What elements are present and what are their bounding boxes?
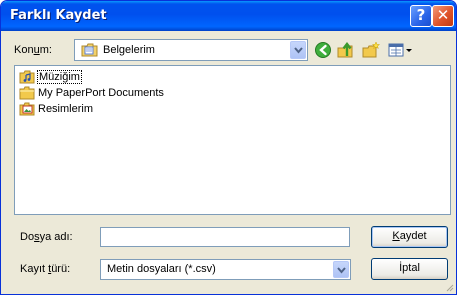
- views-menu-button[interactable]: [387, 40, 415, 60]
- up-folder-button[interactable]: [336, 40, 356, 60]
- list-item[interactable]: My PaperPort Documents: [19, 85, 165, 101]
- file-list[interactable]: Müziğim My PaperPort Documents Resimleri…: [14, 65, 451, 215]
- resize-grip-icon[interactable]: [444, 282, 454, 292]
- close-button[interactable]: ✕: [432, 5, 454, 27]
- title-bar[interactable]: Farklı Kaydet ? ✕: [1, 1, 456, 31]
- new-folder-button[interactable]: [361, 40, 381, 60]
- window-title: Farklı Kaydet: [10, 8, 107, 23]
- save-as-dialog: Farklı Kaydet ? ✕ Konum: Belgelerim Müzi…: [0, 0, 457, 295]
- file-name: Resimlerim: [38, 103, 93, 115]
- list-item[interactable]: Resimlerim: [19, 101, 94, 117]
- list-item[interactable]: Müziğim: [19, 69, 82, 85]
- save-button[interactable]: Kaydet: [371, 226, 448, 248]
- new-folder-icon: [362, 41, 381, 58]
- cancel-button[interactable]: İptal: [371, 258, 448, 280]
- views-menu-icon: [388, 43, 412, 57]
- chevron-down-icon: [337, 267, 346, 274]
- file-name: My PaperPort Documents: [38, 87, 164, 99]
- file-type-label: Kayıt türü:: [20, 263, 71, 275]
- look-in-label: Konum:: [14, 44, 52, 56]
- help-button[interactable]: ?: [410, 5, 432, 27]
- chevron-down-icon: [294, 47, 303, 54]
- folder-icon: [19, 86, 35, 100]
- file-type-value: Metin dosyaları (*.csv): [107, 263, 216, 275]
- file-type-combo[interactable]: Metin dosyaları (*.csv): [100, 259, 351, 280]
- file-name-field[interactable]: [100, 227, 350, 247]
- my-documents-icon: [81, 42, 99, 58]
- look-in-combo[interactable]: Belgelerim: [74, 39, 308, 61]
- file-name-label: Dosya adı:: [20, 231, 73, 243]
- back-button[interactable]: [313, 40, 333, 60]
- look-in-dropdown-button[interactable]: [290, 41, 306, 59]
- up-folder-icon: [337, 42, 353, 58]
- music-folder-icon: [19, 70, 35, 84]
- back-icon: [315, 42, 331, 58]
- file-name: Müziğim: [37, 70, 82, 84]
- file-type-dropdown-button[interactable]: [333, 261, 349, 278]
- pictures-folder-icon: [19, 102, 35, 116]
- look-in-value: Belgelerim: [103, 44, 155, 56]
